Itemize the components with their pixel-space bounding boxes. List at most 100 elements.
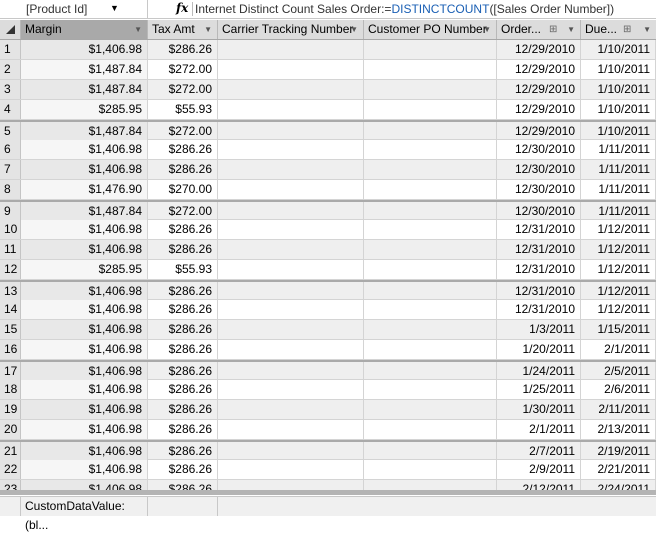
table-row[interactable]: 14 $1,406.98 $286.26 12/31/2010 1/12/2011 [0,300,656,320]
table-cell[interactable] [218,80,364,99]
table-cell[interactable] [364,400,497,419]
chevron-down-icon[interactable]: ▼ [567,20,575,39]
table-cell[interactable]: 2/21/2011 [581,460,656,479]
column-header-tax-amt[interactable]: Tax Amt ▼ [148,20,218,39]
table-cell[interactable]: 2/11/2011 [581,400,656,419]
table-row[interactable]: 20 $1,406.98 $286.26 2/1/2011 2/13/2011 [0,420,656,440]
table-cell[interactable]: $286.26 [148,460,218,479]
row-number[interactable]: 12 [0,260,21,279]
table-cell[interactable]: 12/31/2010 [497,220,581,239]
table-cell[interactable]: $1,487.84 [21,202,148,221]
table-cell[interactable]: $1,406.98 [21,40,148,59]
row-number[interactable]: 6 [0,140,21,159]
table-cell[interactable]: 1/11/2011 [581,202,656,221]
row-number[interactable]: 4 [0,100,21,119]
row-number[interactable]: 13 [0,282,21,301]
table-cell[interactable]: 1/10/2011 [581,122,656,141]
table-cell[interactable]: 12/29/2010 [497,122,581,141]
table-cell[interactable]: 1/12/2011 [581,300,656,319]
table-row[interactable]: 15 $1,406.98 $286.26 1/3/2011 1/15/2011 [0,320,656,340]
table-cell[interactable]: 12/30/2010 [497,140,581,159]
table-cell[interactable] [218,340,364,359]
table-cell[interactable] [218,442,364,461]
formula-input[interactable]: Internet Distinct Count Sales Order:=DIS… [195,2,614,16]
table-row[interactable]: 1 $1,406.98 $286.26 12/29/2010 1/10/2011 [0,40,656,60]
table-cell[interactable]: $286.26 [148,40,218,59]
table-cell[interactable] [364,60,497,79]
table-row[interactable]: 10 $1,406.98 $286.26 12/31/2010 1/12/2011 [0,220,656,240]
table-row[interactable]: 6 $1,406.98 $286.26 12/30/2010 1/11/2011 [0,140,656,160]
table-cell[interactable]: 1/12/2011 [581,220,656,239]
table-row[interactable]: 11 $1,406.98 $286.26 12/31/2010 1/12/2011 [0,240,656,260]
table-cell[interactable]: 1/11/2011 [581,160,656,179]
row-number[interactable]: 1 [0,40,21,59]
table-cell[interactable]: 1/25/2011 [497,380,581,399]
table-cell[interactable] [364,460,497,479]
table-cell[interactable]: 12/31/2010 [497,240,581,259]
table-cell[interactable] [364,420,497,439]
chevron-down-icon[interactable]: ▼ [483,20,491,39]
fx-icon[interactable]: fx [176,1,188,15]
table-cell[interactable] [364,380,497,399]
table-cell[interactable] [218,220,364,239]
table-cell[interactable] [218,420,364,439]
table-cell[interactable] [218,320,364,339]
column-header-order-date[interactable]: Order... ⊞ ▼ [497,20,581,39]
table-row[interactable]: 21 $1,406.98 $286.26 2/7/2011 2/19/2011 [0,440,656,461]
table-cell[interactable]: $55.93 [148,100,218,119]
table-cell[interactable]: $1,487.84 [21,122,148,141]
table-cell[interactable]: $1,487.84 [21,80,148,99]
column-header-carrier-tracking-number[interactable]: Carrier Tracking Number ▼ [218,20,364,39]
table-row[interactable]: 3 $1,487.84 $272.00 12/29/2010 1/10/2011 [0,80,656,100]
table-cell[interactable] [364,220,497,239]
table-cell[interactable]: 1/11/2011 [581,180,656,199]
table-cell[interactable] [364,320,497,339]
row-number[interactable]: 3 [0,80,21,99]
table-cell[interactable]: $272.00 [148,80,218,99]
table-cell[interactable]: $286.26 [148,220,218,239]
table-cell[interactable]: $286.26 [148,400,218,419]
table-cell[interactable]: 1/12/2011 [581,282,656,301]
table-cell[interactable]: $286.26 [148,380,218,399]
table-cell[interactable]: $55.93 [148,260,218,279]
table-cell[interactable] [364,340,497,359]
name-box[interactable]: [Product Id] ▼ [0,0,148,18]
table-cell[interactable]: $1,406.98 [21,442,148,461]
table-cell[interactable] [218,260,364,279]
table-cell[interactable] [364,442,497,461]
table-cell[interactable] [364,40,497,59]
table-cell[interactable]: $270.00 [148,180,218,199]
row-number[interactable]: 10 [0,220,21,239]
row-number[interactable]: 15 [0,320,21,339]
table-cell[interactable]: 1/10/2011 [581,40,656,59]
table-cell[interactable]: $286.26 [148,420,218,439]
row-number[interactable]: 20 [0,420,21,439]
table-cell[interactable]: 2/1/2011 [581,340,656,359]
table-cell[interactable] [364,180,497,199]
chevron-down-icon[interactable]: ▼ [110,3,119,13]
table-cell[interactable] [218,122,364,141]
table-cell[interactable]: $286.26 [148,282,218,301]
column-header-margin[interactable]: Margin ▼ [21,20,148,39]
table-cell[interactable]: $1,406.98 [21,300,148,319]
table-cell[interactable] [364,240,497,259]
table-cell[interactable]: 2/9/2011 [497,460,581,479]
table-cell[interactable]: $286.26 [148,140,218,159]
table-cell[interactable] [218,300,364,319]
table-cell[interactable] [218,140,364,159]
table-cell[interactable]: $286.26 [148,240,218,259]
row-number[interactable]: 9 [0,202,21,221]
table-cell[interactable]: 12/31/2010 [497,300,581,319]
row-number[interactable]: 5 [0,122,21,141]
column-header-customer-po-number[interactable]: Customer PO Number ▼ [364,20,497,39]
column-header-due-date[interactable]: Due... ⊞ ▼ [581,20,656,39]
row-number[interactable]: 11 [0,240,21,259]
table-cell[interactable]: $1,406.98 [21,420,148,439]
table-cell[interactable]: $285.95 [21,100,148,119]
table-cell[interactable]: 1/11/2011 [581,140,656,159]
table-cell[interactable]: $286.26 [148,340,218,359]
table-cell[interactable] [218,100,364,119]
table-cell[interactable]: 2/7/2011 [497,442,581,461]
table-cell[interactable]: 12/30/2010 [497,202,581,221]
table-cell[interactable]: 1/10/2011 [581,60,656,79]
